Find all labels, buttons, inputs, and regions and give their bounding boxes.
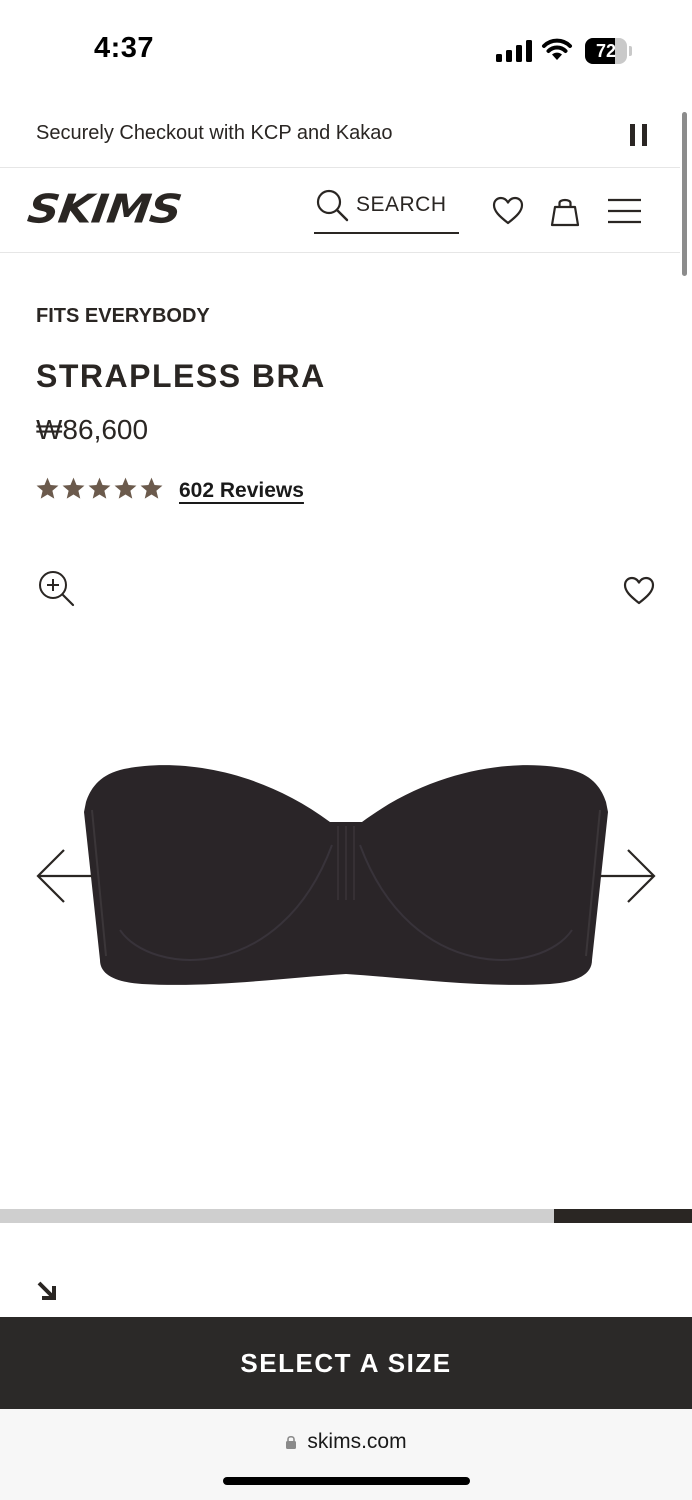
- battery-level: 72: [595, 41, 617, 61]
- promo-banner-text: Securely Checkout with KCP and Kakao: [36, 122, 393, 144]
- product-image: [84, 765, 608, 985]
- home-indicator[interactable]: [223, 1477, 470, 1485]
- arrow-right-icon[interactable]: [598, 846, 658, 906]
- search-label: SEARCH: [356, 193, 447, 216]
- wifi-icon: [542, 38, 572, 60]
- wishlist-heart-icon[interactable]: [491, 194, 525, 228]
- skims-logo[interactable]: SKIMS: [25, 187, 184, 233]
- product-price: ₩86,600: [36, 414, 149, 445]
- reviews-link[interactable]: 602 Reviews: [179, 479, 304, 503]
- header-divider: [0, 252, 680, 253]
- product-title: STRAPLESS BRA: [36, 358, 326, 394]
- search-button[interactable]: SEARCH: [314, 186, 459, 234]
- product-collection: FITS EVERYBODY: [36, 305, 210, 327]
- url-field[interactable]: skims.com: [0, 1430, 692, 1454]
- arrow-left-icon[interactable]: [34, 846, 94, 906]
- star-icon: [36, 477, 59, 499]
- zoom-in-icon[interactable]: [36, 568, 76, 608]
- pause-icon[interactable]: [630, 124, 648, 148]
- select-size-button[interactable]: SELECT A SIZE: [0, 1317, 692, 1409]
- hamburger-menu-icon[interactable]: [607, 194, 641, 228]
- gallery-progress-indicator: [553, 1209, 692, 1223]
- search-icon: [316, 189, 349, 222]
- star-icon: [62, 477, 85, 499]
- star-icon: [140, 477, 163, 499]
- battery-icon: 72: [585, 38, 633, 64]
- heart-icon[interactable]: [622, 574, 656, 608]
- arrow-down-right-icon[interactable]: [36, 1280, 58, 1302]
- browser-address-bar: [0, 1409, 692, 1500]
- lock-icon: [286, 1435, 297, 1449]
- url-text: skims.com: [307, 1430, 407, 1453]
- star-icon: [88, 477, 111, 499]
- gallery-progress-bar: [0, 1209, 692, 1223]
- star-icon: [114, 477, 137, 499]
- cellular-signal-icon: [496, 40, 532, 62]
- status-time: 4:37: [94, 32, 155, 64]
- page-scrollbar[interactable]: [682, 112, 687, 276]
- promo-divider: [0, 167, 680, 168]
- star-rating[interactable]: [35, 476, 164, 504]
- shopping-bag-icon[interactable]: [548, 194, 582, 228]
